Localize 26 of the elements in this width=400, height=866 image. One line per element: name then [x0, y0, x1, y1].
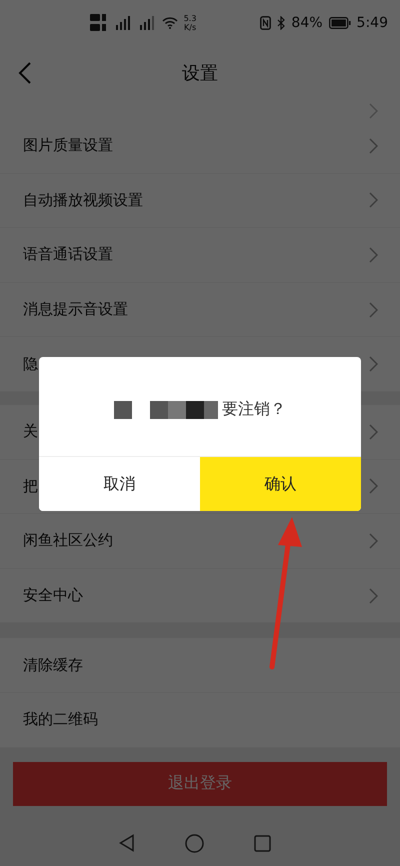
page-title: 设置: [182, 62, 218, 84]
battery-percent: 84%: [291, 14, 323, 30]
dialog-message: 要注销？: [222, 399, 286, 420]
home-nav-icon[interactable]: [185, 834, 204, 852]
recents-nav-icon[interactable]: [254, 834, 271, 852]
bluetooth-icon: [277, 16, 286, 30]
settings-row[interactable]: 语音通话设置: [0, 228, 400, 283]
hd-icon: [90, 12, 108, 32]
settings-row[interactable]: 消息提示音设置: [0, 282, 400, 338]
back-icon[interactable]: [18, 62, 32, 84]
network-speed: 5.3 K/s: [184, 14, 196, 32]
signal-icon: [138, 16, 156, 30]
battery-icon: [328, 16, 351, 28]
signal-icon: [114, 16, 132, 30]
settings-row[interactable]: 图片质量设置: [0, 119, 400, 174]
settings-row[interactable]: 自动播放视频设置: [0, 174, 400, 228]
wifi-icon: [162, 16, 178, 29]
settings-row[interactable]: 安全中心: [0, 568, 400, 624]
nfc-icon: [260, 16, 272, 30]
clock-time: 5:49: [356, 14, 388, 30]
confirm-button[interactable]: 确认: [200, 457, 361, 511]
chevron-icon: [369, 103, 378, 119]
settings-row[interactable]: 我的二维码: [0, 692, 400, 748]
settings-row[interactable]: 清除缓存: [0, 638, 400, 693]
back-nav-icon[interactable]: [119, 834, 135, 852]
logout-button[interactable]: 退出登录: [13, 762, 387, 806]
